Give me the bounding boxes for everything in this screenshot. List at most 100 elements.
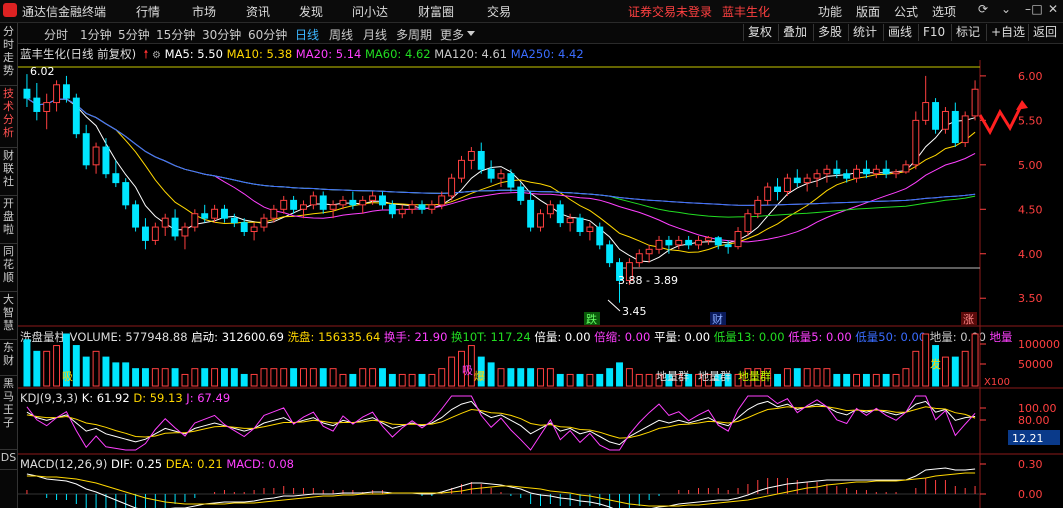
candle-body (724, 244, 732, 248)
volume-bar (102, 356, 110, 387)
candle-body (181, 226, 189, 237)
btn-f10[interactable]: F10 (918, 24, 949, 41)
vol-label-1: 地量群 (656, 369, 689, 383)
ma-value-1: MA10: 5.38 (222, 47, 293, 61)
vol-label-3: 地量群 (738, 369, 771, 383)
tab-heimawangzi[interactable]: 黑马王子 (0, 377, 17, 450)
btn-tongji[interactable]: 统计 (848, 24, 881, 41)
volume-bar (606, 368, 614, 387)
volume-bar (596, 373, 604, 387)
macd-dea-line (26, 472, 976, 507)
volume-bar (961, 350, 969, 387)
candle-body (230, 217, 238, 224)
period-more[interactable]: 更多 (440, 26, 464, 43)
menu-hangqing[interactable]: 行情 (136, 3, 160, 20)
menu-banmian[interactable]: 版面 (856, 3, 880, 20)
tab-fenshi[interactable]: 分时走势 (0, 25, 17, 86)
menu-gongshi[interactable]: 公式 (894, 3, 918, 20)
chevron-down-icon[interactable] (467, 31, 475, 36)
btn-huaxian[interactable]: 画线 (883, 24, 916, 41)
volume-bar (783, 368, 791, 387)
login-warning[interactable]: 证券交易未登录 (628, 3, 712, 20)
tab-tonghuashun[interactable]: 同花顺 (0, 245, 17, 292)
period-1min[interactable]: 1分钟 (80, 26, 112, 43)
btn-back[interactable]: 返回 (1028, 24, 1061, 41)
menu-shichang[interactable]: 市场 (192, 3, 216, 20)
volume-bar (823, 368, 831, 387)
period-30min[interactable]: 30分钟 (202, 26, 241, 43)
candle-body (922, 102, 930, 121)
candle-body (280, 199, 288, 210)
price-tick-3.50: 3.50 (1018, 292, 1043, 305)
period-daily[interactable]: 日线 (295, 26, 319, 43)
menu-jiaoyi[interactable]: 交易 (487, 3, 511, 20)
menu-wenxiaoda[interactable]: 问小达 (352, 3, 388, 20)
candle-body (132, 204, 140, 228)
candle-body (300, 204, 307, 210)
candle-body (477, 150, 485, 170)
candle-body (487, 168, 495, 179)
collapse-icon[interactable]: ⌄ (996, 2, 1016, 18)
candle-body (329, 204, 337, 210)
btn-biaoji[interactable]: 标记 (951, 24, 984, 41)
period-multi[interactable]: 多周期 (396, 26, 432, 43)
volume-bar (922, 333, 930, 387)
candle-body (33, 97, 41, 112)
candle-body (951, 110, 959, 144)
tab-ds[interactable]: DS (0, 451, 17, 470)
volume-bar (250, 373, 258, 387)
volume-bar (774, 373, 781, 387)
period-5min[interactable]: 5分钟 (118, 26, 150, 43)
tab-dongcai[interactable]: 东财 (0, 341, 17, 376)
candle-body (497, 173, 505, 179)
candle-body (596, 226, 604, 246)
tab-cailianshe[interactable]: 财联社 (0, 149, 17, 196)
volume-bar (487, 362, 495, 387)
menu-caifuquan[interactable]: 财富圈 (418, 3, 454, 20)
btn-diejia[interactable]: 叠加 (778, 24, 811, 41)
tab-jishufenxi[interactable]: 技术分析 (0, 87, 17, 148)
close-icon[interactable]: ✕ (1045, 2, 1061, 18)
candle-body (23, 88, 31, 99)
vol-marker-fa: 发 (930, 357, 941, 371)
macd-tick-0: 0.30 (1018, 458, 1043, 471)
btn-duogu[interactable]: 多股 (813, 24, 846, 41)
candle-body (803, 177, 811, 184)
volume-bar (892, 373, 900, 387)
volume-bar (260, 368, 268, 387)
kline-chart[interactable]: 6.00 5.50 5.00 4.50 4.00 3.50 100000 50000 X100 1… (18, 60, 1063, 508)
tab-dazhihui[interactable]: 大智慧 (0, 293, 17, 340)
volume-bar (537, 368, 544, 387)
candle-body (537, 213, 544, 228)
candle-body (566, 217, 574, 224)
candle-body (961, 115, 969, 144)
candle-body (685, 239, 693, 246)
candle-body (53, 84, 61, 104)
volume-bar (398, 373, 406, 387)
tab-kaipanla[interactable]: 开盘啦 (0, 197, 17, 244)
btn-fuquan[interactable]: 复权 (743, 24, 776, 41)
period-monthly[interactable]: 月线 (363, 26, 387, 43)
volume-bar (408, 373, 416, 387)
candle-body (586, 226, 594, 233)
menu-xuanxiang[interactable]: 选项 (932, 3, 956, 20)
candle-body (112, 173, 120, 184)
period-weekly[interactable]: 周线 (329, 26, 353, 43)
volume-bar (379, 368, 386, 387)
btn-add-watchlist[interactable]: +自选 (986, 24, 1029, 41)
refresh-icon[interactable]: ⟳ (973, 2, 993, 18)
menu-zixun[interactable]: 资讯 (246, 3, 270, 20)
period-fenshi[interactable]: 分时 (44, 26, 68, 43)
period-15min[interactable]: 15分钟 (156, 26, 195, 43)
volume-bar (576, 373, 584, 387)
volume-bar (497, 368, 505, 387)
candle-body (319, 195, 327, 210)
period-60min[interactable]: 60分钟 (248, 26, 287, 43)
candle-body (754, 199, 762, 215)
ma120-line (26, 97, 976, 206)
maximize-icon[interactable]: □ (1030, 2, 1044, 18)
menu-gongneng[interactable]: 功能 (818, 3, 842, 20)
candle-body (369, 195, 377, 201)
menu-faxian[interactable]: 发现 (299, 3, 323, 20)
volume-bar (270, 368, 278, 387)
